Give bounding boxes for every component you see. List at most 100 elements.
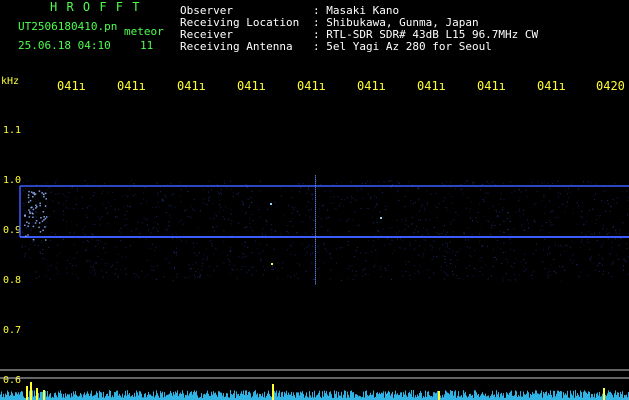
noise-pixel (535, 243, 537, 245)
noise-pixel (563, 270, 565, 271)
noise-pixel (315, 197, 316, 199)
noise-pixel (471, 256, 473, 258)
noise-pixel (315, 249, 316, 251)
noise-pixel (57, 270, 59, 272)
noise-pixel (444, 259, 446, 260)
noise-pixel (592, 195, 594, 197)
noise-pixel (164, 392, 165, 400)
noise-pixel (568, 197, 570, 199)
noise-pixel (380, 221, 382, 223)
noise-pixel (505, 258, 507, 260)
noise-pixel (227, 245, 229, 247)
noise-pixel (561, 203, 563, 205)
noise-pixel (291, 246, 293, 248)
noise-pixel (452, 231, 454, 233)
noise-pixel (319, 184, 321, 185)
noise-pixel (251, 266, 253, 268)
noise-pixel (534, 221, 536, 223)
noise-pixel (329, 278, 331, 280)
noise-pixel (355, 394, 356, 400)
noise-pixel (193, 246, 195, 248)
noise-pixel (336, 391, 337, 400)
noise-pixel (208, 191, 209, 193)
noise-pixel (336, 262, 338, 264)
noise-pixel (44, 217, 47, 220)
noise-pixel (365, 391, 366, 400)
noise-pixel (371, 251, 373, 252)
noise-pixel (389, 391, 390, 400)
noise-pixel (596, 266, 598, 268)
noise-pixel (105, 271, 107, 273)
noise-pixel (481, 246, 483, 248)
noise-pixel (341, 279, 342, 281)
noise-pixel (28, 190, 30, 193)
noise-pixel (464, 393, 465, 400)
noise-pixel (415, 395, 416, 400)
noise-pixel (315, 257, 316, 259)
noise-pixel (561, 391, 562, 400)
noise-pixel (426, 229, 428, 231)
noise-pixel (263, 250, 265, 251)
noise-pixel (33, 396, 34, 400)
noise-pixel (446, 243, 448, 245)
noise-pixel (223, 262, 225, 264)
noise-pixel (606, 395, 607, 400)
noise-pixel (182, 223, 184, 225)
noise-pixel (377, 268, 379, 270)
noise-pixel (68, 394, 69, 400)
noise-pixel (109, 390, 110, 400)
noise-pixel (195, 392, 196, 400)
noise-pixel (466, 246, 468, 248)
noise-pixel (627, 233, 629, 234)
noise-pixel (408, 261, 410, 263)
noise-pixel (531, 275, 533, 277)
noise-pixel (310, 209, 312, 210)
noise-pixel (39, 275, 41, 277)
noise-pixel (65, 200, 67, 202)
noise-pixel (430, 193, 432, 195)
noise-pixel (390, 180, 392, 182)
noise-pixel (596, 214, 598, 216)
noise-pixel (509, 238, 511, 240)
noise-pixel (220, 392, 221, 400)
noise-pixel (531, 395, 532, 400)
noise-pixel (296, 211, 298, 213)
noise-pixel (510, 248, 511, 250)
noise-pixel (499, 211, 501, 213)
noise-pixel (399, 212, 401, 214)
noise-pixel (157, 195, 159, 197)
noise-pixel (454, 188, 456, 190)
noise-pixel (315, 263, 316, 265)
noise-pixel (417, 219, 419, 221)
noise-pixel (29, 212, 31, 215)
noise-pixel (555, 216, 557, 218)
noise-pixel (411, 223, 413, 225)
noise-pixel (161, 198, 163, 200)
noise-pixel (335, 393, 336, 400)
noise-pixel (571, 182, 573, 184)
noise-pixel (227, 393, 228, 400)
noise-pixel (385, 205, 387, 207)
noise-pixel (590, 260, 592, 262)
noise-pixel (413, 390, 414, 400)
noise-pixel (289, 394, 290, 400)
noise-pixel (41, 192, 43, 194)
noise-pixel (483, 200, 485, 202)
noise-pixel (138, 395, 139, 400)
noise-pixel (558, 390, 559, 400)
noise-pixel (309, 202, 311, 204)
noise-pixel (466, 188, 468, 190)
noise-pixel (208, 393, 209, 400)
noise-pixel (450, 263, 451, 265)
noise-pixel (558, 245, 559, 247)
noise-pixel (494, 394, 495, 400)
noise-pixel (27, 194, 30, 196)
noise-pixel (388, 390, 389, 400)
noise-pixel (196, 243, 198, 245)
noise-pixel (236, 391, 237, 400)
noise-pixel (587, 393, 588, 400)
noise-pixel (292, 226, 294, 227)
noise-pixel (222, 395, 223, 400)
noise-pixel (565, 393, 566, 400)
noise-pixel (323, 204, 325, 206)
